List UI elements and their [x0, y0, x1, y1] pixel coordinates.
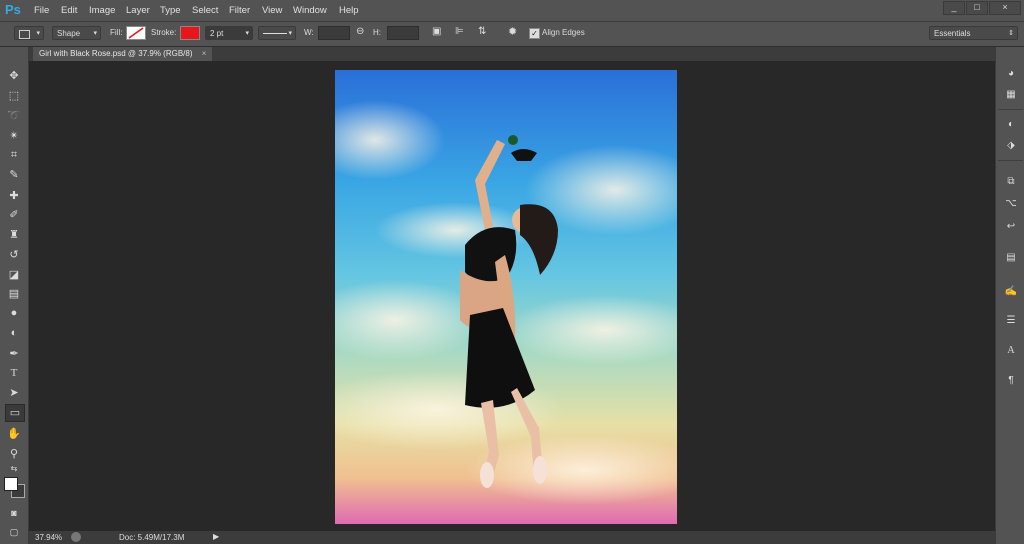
brush-panel-icon[interactable]: ✍ [1002, 284, 1020, 300]
restore-button[interactable]: □ [966, 1, 988, 15]
clone-stamp-tool-icon[interactable]: ♜ [5, 227, 23, 243]
document-tab-strip: Girl with Black Rose.psd @ 37.9% (RGB/8)… [29, 47, 995, 61]
minimize-button[interactable]: _ [943, 1, 965, 15]
foreground-color-swatch[interactable] [4, 477, 18, 491]
stroke-type-dropdown[interactable]: ▾ [258, 26, 296, 40]
girl-with-black-rose-photo [335, 70, 677, 524]
menu-view[interactable]: View [262, 5, 282, 16]
path-operations-icon[interactable]: ▣ [432, 26, 441, 37]
type-tool-icon[interactable]: T [5, 365, 23, 381]
document-tab[interactable]: Girl with Black Rose.psd @ 37.9% (RGB/8)… [33, 47, 213, 61]
chevron-down-icon: ▾ [36, 30, 40, 37]
move-tool-icon[interactable]: ✥ [5, 68, 23, 84]
dodge-tool-icon[interactable]: ◐ [5, 325, 23, 341]
chevron-down-icon: ▾ [245, 30, 249, 37]
width-label: W: [304, 28, 314, 37]
menu-select[interactable]: Select [192, 5, 218, 16]
menu-image[interactable]: Image [89, 5, 115, 16]
menu-layer[interactable]: Layer [126, 5, 150, 16]
styles-panel-icon[interactable]: ⬗ [1002, 138, 1020, 154]
menu-file[interactable]: File [34, 5, 49, 16]
magic-wand-tool-icon[interactable]: ✴ [5, 128, 23, 144]
document-size: Doc: 5.49M/17.3M [119, 533, 185, 542]
properties-panel-icon[interactable]: ☰ [1002, 313, 1020, 329]
canvas-area[interactable] [29, 61, 995, 531]
close-window-button[interactable]: × [989, 1, 1021, 15]
gear-icon[interactable]: ✹ [508, 25, 517, 38]
align-edges-label: Align Edges [542, 28, 585, 37]
chevron-down-icon: ▾ [288, 30, 292, 37]
document-image[interactable] [335, 70, 677, 524]
shape-mode-dropdown[interactable]: Shape ▾ [52, 26, 101, 40]
paragraph-panel-icon[interactable]: ¶ [1002, 373, 1020, 389]
history-panel-icon[interactable]: ▤ [1002, 250, 1020, 266]
path-alignment-icon[interactable]: ⊫ [455, 26, 464, 37]
crop-tool-icon[interactable]: ⌗ [5, 147, 23, 163]
status-info-icon[interactable] [71, 532, 81, 542]
status-menu-arrow-icon[interactable]: ▶ [213, 532, 219, 541]
options-bar: ▾ Shape ▾ Fill: Stroke: 2 pt ▾ ▾ W: ⊖ H:… [0, 22, 1024, 47]
rectangle-tool-icon[interactable]: ▭ [5, 404, 25, 422]
lasso-tool-icon[interactable]: ➰ [5, 108, 23, 124]
marquee-tool-icon[interactable]: ⬚ [5, 88, 23, 104]
rectangle-icon [19, 30, 30, 39]
gradient-tool-icon[interactable]: ▤ [5, 286, 23, 302]
fill-swatch[interactable] [126, 26, 146, 40]
path-selection-tool-icon[interactable]: ➤ [5, 385, 23, 401]
zoom-level[interactable]: 37.94% [35, 533, 62, 542]
status-bar: 37.94% Doc: 5.49M/17.3M ▶ [29, 531, 995, 544]
panel-dock: ◕ ▦ ◐ ⬗ ⧉ ⌥ ↩ ▤ ✍ ☰ A ¶ [995, 47, 1024, 544]
stroke-width-field[interactable]: 2 pt ▾ [205, 26, 253, 40]
color-panel-icon[interactable]: ◕ [1002, 66, 1020, 82]
height-label: H: [373, 28, 381, 37]
workspace-dropdown[interactable]: Essentials ⇕ [929, 26, 1018, 40]
height-input[interactable] [387, 26, 419, 40]
history-brush-tool-icon[interactable]: ↺ [5, 247, 23, 263]
menu-window[interactable]: Window [293, 5, 327, 16]
character-panel-icon[interactable]: A [1002, 343, 1020, 359]
pen-tool-icon[interactable]: ✒ [5, 346, 23, 362]
brush-tool-icon[interactable]: ✐ [5, 207, 23, 223]
tool-preset-picker[interactable]: ▾ [14, 26, 44, 40]
panel-separator [998, 160, 1023, 161]
menu-type[interactable]: Type [160, 5, 181, 16]
solid-line-icon [263, 33, 287, 35]
menu-help[interactable]: Help [339, 5, 359, 16]
spot-healing-tool-icon[interactable]: ✚ [5, 188, 23, 204]
document-tab-title: Girl with Black Rose.psd @ 37.9% (RGB/8) [39, 49, 193, 58]
chevron-down-icon: ▾ [93, 30, 97, 37]
layers-panel-icon[interactable]: ⧉ [1002, 174, 1020, 190]
menu-bar: Ps File Edit Image Layer Type Select Fil… [0, 0, 1024, 22]
app-logo: Ps [5, 2, 21, 17]
path-arrangement-icon[interactable]: ⇅ [478, 26, 486, 37]
swatches-panel-icon[interactable]: ▦ [1002, 87, 1020, 103]
default-colors-icon[interactable]: ⇆ [5, 461, 23, 477]
stroke-label: Stroke: [151, 28, 177, 37]
blur-tool-icon[interactable]: ● [5, 305, 23, 321]
workspace-value: Essentials [934, 29, 971, 38]
eyedropper-tool-icon[interactable]: ✎ [5, 167, 23, 183]
align-edges-checkbox[interactable]: ✓ [529, 28, 540, 39]
stroke-color-swatch[interactable] [180, 26, 200, 40]
shape-mode-value: Shape [57, 29, 81, 38]
zoom-tool-icon[interactable]: ⚲ [5, 446, 23, 462]
eraser-tool-icon[interactable]: ◪ [5, 267, 23, 283]
stroke-width-value: 2 pt [210, 29, 224, 38]
menu-filter[interactable]: Filter [229, 5, 250, 16]
hand-tool-icon[interactable]: ✋ [5, 426, 23, 442]
menu-edit[interactable]: Edit [61, 5, 77, 16]
quick-mask-icon[interactable]: ◙ [5, 505, 23, 521]
paths-panel-icon[interactable]: ↩ [1002, 219, 1020, 235]
channels-panel-icon[interactable]: ⌥ [1002, 196, 1020, 212]
screen-mode-icon[interactable]: ▢ [5, 524, 23, 540]
no-fill-icon [128, 27, 144, 39]
close-document-icon[interactable]: × [202, 49, 207, 58]
link-icon[interactable]: ⊖ [356, 26, 364, 37]
chevron-updown-icon: ⇕ [1008, 30, 1014, 37]
fill-label: Fill: [110, 28, 123, 37]
width-input[interactable] [318, 26, 350, 40]
panel-separator [998, 109, 1023, 110]
tools-panel: ✥ ⬚ ➰ ✴ ⌗ ✎ ✚ ✐ ♜ ↺ ◪ ▤ ● ◐ ✒ T ➤ ▭ ✋ ⚲ … [0, 47, 29, 544]
adjustments-panel-icon[interactable]: ◐ [1002, 117, 1020, 133]
